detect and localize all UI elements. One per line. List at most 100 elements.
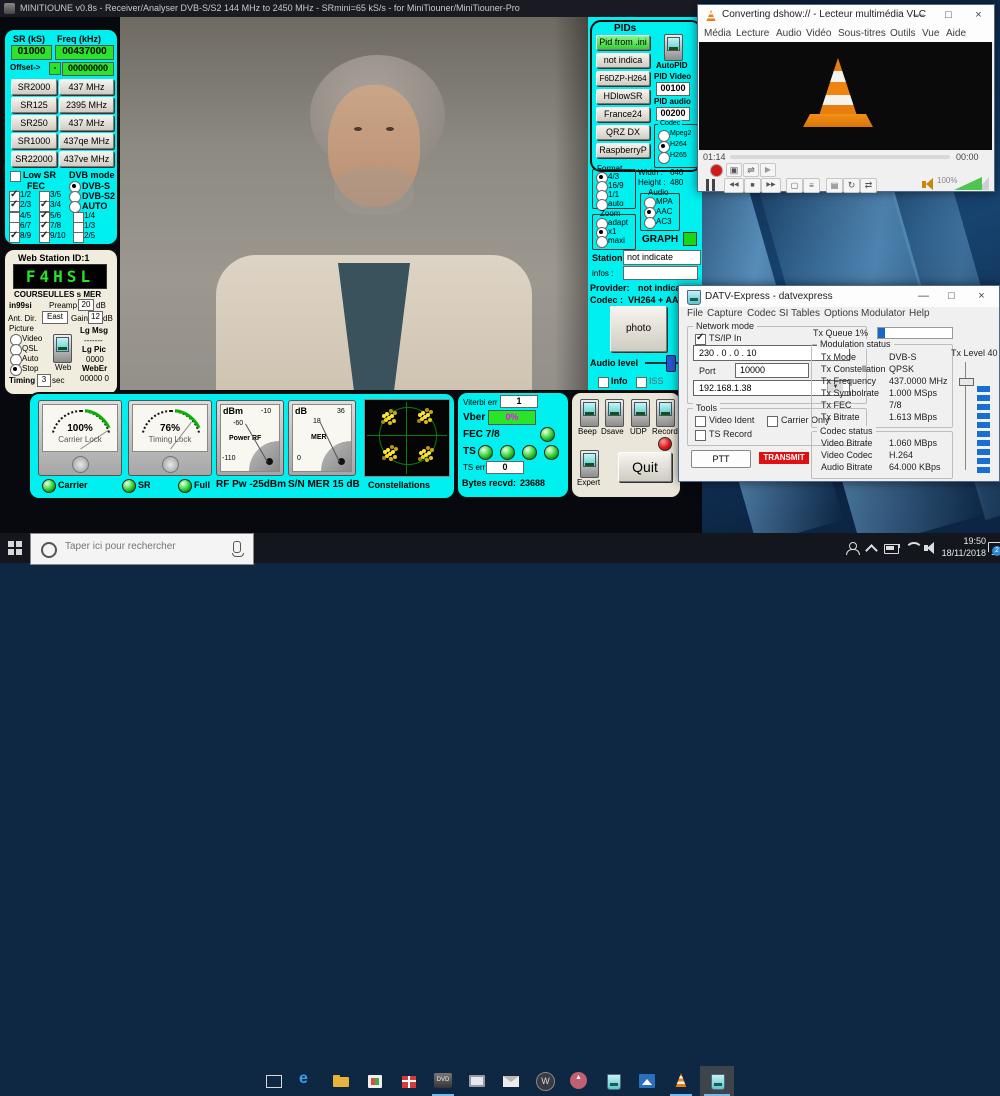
pid-preset-button[interactable]: HDlowSR: [596, 89, 650, 104]
vlc-ab-loop-button[interactable]: ⇌: [743, 163, 759, 177]
audio-level-slider-handle[interactable]: [666, 355, 676, 372]
vlc-stop-button[interactable]: ■: [744, 178, 761, 193]
sr-value-field[interactable]: 01000: [11, 45, 52, 60]
vlc-minimize-button[interactable]: —: [904, 5, 933, 26]
datv-menu-codec[interactable]: Codec: [747, 308, 776, 319]
vlc-volume-slider[interactable]: [954, 177, 982, 190]
low-sr-checkbox[interactable]: [10, 171, 21, 182]
tray-chevron-icon[interactable]: [865, 544, 878, 557]
tsip-checkbox[interactable]: [695, 334, 706, 345]
vlc-fullscreen-button[interactable]: ▢: [786, 178, 803, 193]
freq-value-field[interactable]: 00437000: [55, 45, 114, 60]
fec-checkbox[interactable]: [9, 201, 20, 212]
start-button[interactable]: [0, 533, 30, 563]
preset-freq-button[interactable]: 437qe MHz: [59, 133, 114, 149]
preset-freq-button[interactable]: 437 MHz: [59, 79, 114, 95]
taskbar-paint-app[interactable]: [632, 1066, 662, 1096]
vlc-menu-lecture[interactable]: Lecture: [736, 28, 769, 39]
vlc-snapshot-button[interactable]: ▣: [726, 163, 742, 177]
vlc-next-button[interactable]: ▶▶: [761, 178, 781, 193]
datv-menu-file[interactable]: File: [687, 308, 703, 319]
taskbar-mail[interactable]: [496, 1066, 526, 1096]
fec-checkbox[interactable]: [9, 232, 20, 243]
pid-preset-button[interactable]: RaspberryP: [596, 143, 650, 158]
vlc-menu-tools[interactable]: Outils: [890, 28, 916, 39]
taskbar-datv-open[interactable]: [700, 1066, 734, 1096]
vlc-pause-button[interactable]: [712, 179, 715, 191]
vlc-previous-button[interactable]: ◀◀: [724, 178, 744, 193]
vlc-pause-button[interactable]: [706, 179, 709, 191]
vlc-seek-bar[interactable]: [730, 155, 950, 159]
preset-freq-button[interactable]: 437ve MHz: [59, 151, 114, 167]
ts-record-checkbox[interactable]: [695, 430, 706, 441]
pid-preset-button[interactable]: QRZ DX: [596, 125, 650, 140]
offset-sign-button[interactable]: -: [49, 62, 61, 75]
preset-freq-button[interactable]: 437 MHz: [59, 115, 114, 131]
fec-checkbox[interactable]: [73, 232, 84, 243]
taskbar-w-app[interactable]: W: [530, 1066, 560, 1096]
fec-checkbox[interactable]: [39, 232, 50, 243]
vlc-maximize-button[interactable]: □: [934, 5, 963, 26]
offset-value-field[interactable]: 00000000: [62, 62, 114, 76]
infos-field[interactable]: [623, 266, 698, 280]
vlc-menu-audio[interactable]: Audio: [776, 28, 802, 39]
video-ident-checkbox[interactable]: [695, 416, 706, 427]
taskbar-explorer[interactable]: [326, 1066, 356, 1096]
taskbar-minitioune[interactable]: DVD: [428, 1066, 458, 1096]
datv-titlebar[interactable]: DATV-Express - datvexpress — □ ×: [679, 286, 999, 307]
taskbar-search[interactable]: [30, 533, 254, 565]
graph-button[interactable]: [683, 232, 697, 246]
station-field[interactable]: not indicate: [623, 250, 701, 265]
vlc-menu-view[interactable]: Vue: [922, 28, 939, 39]
vlc-titlebar[interactable]: Converting dshow:// - Lecteur multimédia…: [698, 5, 994, 26]
zoom-radio[interactable]: [596, 236, 608, 248]
ant-dir-field[interactable]: East: [42, 311, 68, 324]
datv-close-button[interactable]: ×: [967, 286, 996, 307]
vlc-frame-button[interactable]: ▶: [760, 163, 776, 177]
beep-switch[interactable]: [580, 399, 599, 427]
taskbar-photos-film[interactable]: [462, 1066, 492, 1096]
meter-adjust-knob[interactable]: [72, 456, 89, 473]
taskbar-datv-app[interactable]: [598, 1066, 628, 1096]
gain-field[interactable]: 12: [88, 311, 103, 324]
tray-clock[interactable]: 19:50 18/11/2018: [938, 536, 986, 560]
search-input[interactable]: [63, 540, 227, 553]
preset-sr-button[interactable]: SR1000: [11, 133, 57, 149]
preset-sr-button[interactable]: SR2000: [11, 79, 57, 95]
preset-sr-button[interactable]: SR250: [11, 115, 57, 131]
audio-radio[interactable]: [644, 217, 656, 229]
pid-preset-button[interactable]: F6DZP-H264: [596, 71, 650, 86]
vlc-playlist-button[interactable]: ▤: [826, 178, 843, 193]
port-field[interactable]: 10000: [735, 363, 809, 378]
codec-radio[interactable]: [658, 152, 670, 164]
task-view-button[interactable]: [258, 1066, 288, 1096]
datv-menu-capture[interactable]: Capture: [707, 308, 743, 319]
tx-level-slider-handle[interactable]: [959, 378, 974, 386]
pid-preset-button[interactable]: France24: [596, 107, 650, 122]
preset-freq-button[interactable]: 2395 MHz: [59, 97, 114, 113]
datv-menu-modulator[interactable]: Modulator: [861, 308, 905, 319]
dsave-switch[interactable]: [605, 399, 624, 427]
vlc-close-button[interactable]: ×: [964, 5, 993, 26]
preamp-field[interactable]: 20: [78, 299, 94, 311]
ptt-button[interactable]: PTT: [691, 450, 751, 468]
carrier-only-checkbox[interactable]: [767, 416, 778, 427]
vlc-menu-video[interactable]: Vidéo: [806, 28, 831, 39]
minitioune-titlebar[interactable]: MINITIOUNE v0.8s - Receiver/Analyser DVB…: [0, 0, 702, 17]
preset-sr-button[interactable]: SR22000: [11, 151, 57, 167]
pid-video-field[interactable]: 00100: [656, 82, 690, 96]
vlc-menu-media[interactable]: Média: [704, 28, 731, 39]
timing-field[interactable]: 3: [37, 374, 51, 387]
meter-adjust-knob[interactable]: [162, 456, 179, 473]
pid-preset-button[interactable]: Pid from .ini: [596, 35, 650, 50]
picture-radio[interactable]: [10, 364, 22, 376]
preset-sr-button[interactable]: SR125: [11, 97, 57, 113]
autopid-switch[interactable]: [664, 34, 683, 61]
taskbar-gift-app[interactable]: [394, 1066, 424, 1096]
datv-menu-help[interactable]: Help: [909, 308, 930, 319]
web-switch[interactable]: [53, 334, 72, 363]
vlc-shuffle-button[interactable]: ⇄: [860, 178, 877, 193]
datv-minimize-button[interactable]: —: [909, 286, 938, 307]
vlc-record-button[interactable]: [710, 164, 723, 177]
datv-menu-options[interactable]: Options: [824, 308, 858, 319]
